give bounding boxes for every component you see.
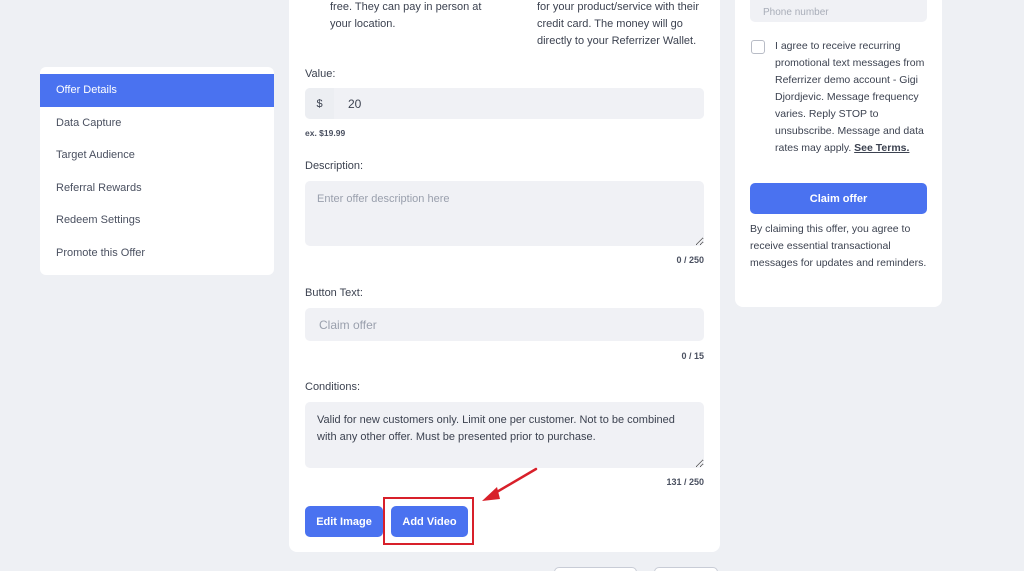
consent-body: I agree to receive recurring promotional… [775,40,925,154]
description-counter: 0 / 250 [676,255,704,265]
currency-symbol: $ [305,88,334,119]
phone-number-input[interactable] [750,0,927,22]
add-video-highlight-box [383,497,474,545]
payment-option-text-right: for your product/service with their cred… [537,0,699,50]
conditions-textarea[interactable]: Valid for new customers only. Limit one … [305,402,704,468]
payment-text-line: directly to your Referrizer Wallet. [537,35,697,47]
see-terms-link[interactable]: See Terms. [854,142,909,154]
sidebar-item-referral-rewards[interactable]: Referral Rewards [40,172,274,205]
sms-consent-text: I agree to receive recurring promotional… [775,38,927,157]
offer-settings-sidebar: Offer Details Data Capture Target Audien… [40,67,274,275]
value-hint: ex. $19.99 [305,128,346,138]
claim-offer-note: By claiming this offer, you agree to rec… [750,223,927,269]
sidebar-item-target-audience[interactable]: Target Audience [40,139,274,172]
bottom-secondary-button[interactable] [554,567,637,571]
claim-offer-button[interactable]: Claim offer [750,183,927,214]
button-text-counter: 0 / 15 [681,351,704,361]
payment-text-line: free. They can pay in person at [330,1,482,13]
button-text-input[interactable] [305,308,704,341]
conditions-label: Conditions: [305,381,361,393]
sidebar-item-promote-offer[interactable]: Promote this Offer [40,237,274,270]
description-label: Description: [305,160,364,172]
sidebar-item-redeem-settings[interactable]: Redeem Settings [40,204,274,237]
value-input[interactable] [334,88,704,119]
sidebar-item-data-capture[interactable]: Data Capture [40,107,274,140]
payment-option-text-left: free. They can pay in person at your loc… [330,0,481,33]
payment-text-line: your location. [330,18,396,30]
sidebar-item-offer-details[interactable]: Offer Details [40,74,274,107]
button-text-label: Button Text: [305,287,363,299]
description-textarea[interactable] [305,181,704,246]
value-label: Value: [305,68,336,80]
bottom-secondary-button[interactable] [654,567,718,571]
edit-image-button[interactable]: Edit Image [305,506,383,537]
red-arrow-icon [482,467,538,501]
value-field-group: $ [305,88,704,119]
payment-text-line: credit card. The money will go [537,18,683,30]
sms-consent-checkbox[interactable] [751,40,765,54]
payment-text-line: for your product/service with their [537,1,700,13]
offer-preview-card: I agree to receive recurring promotional… [735,0,942,307]
